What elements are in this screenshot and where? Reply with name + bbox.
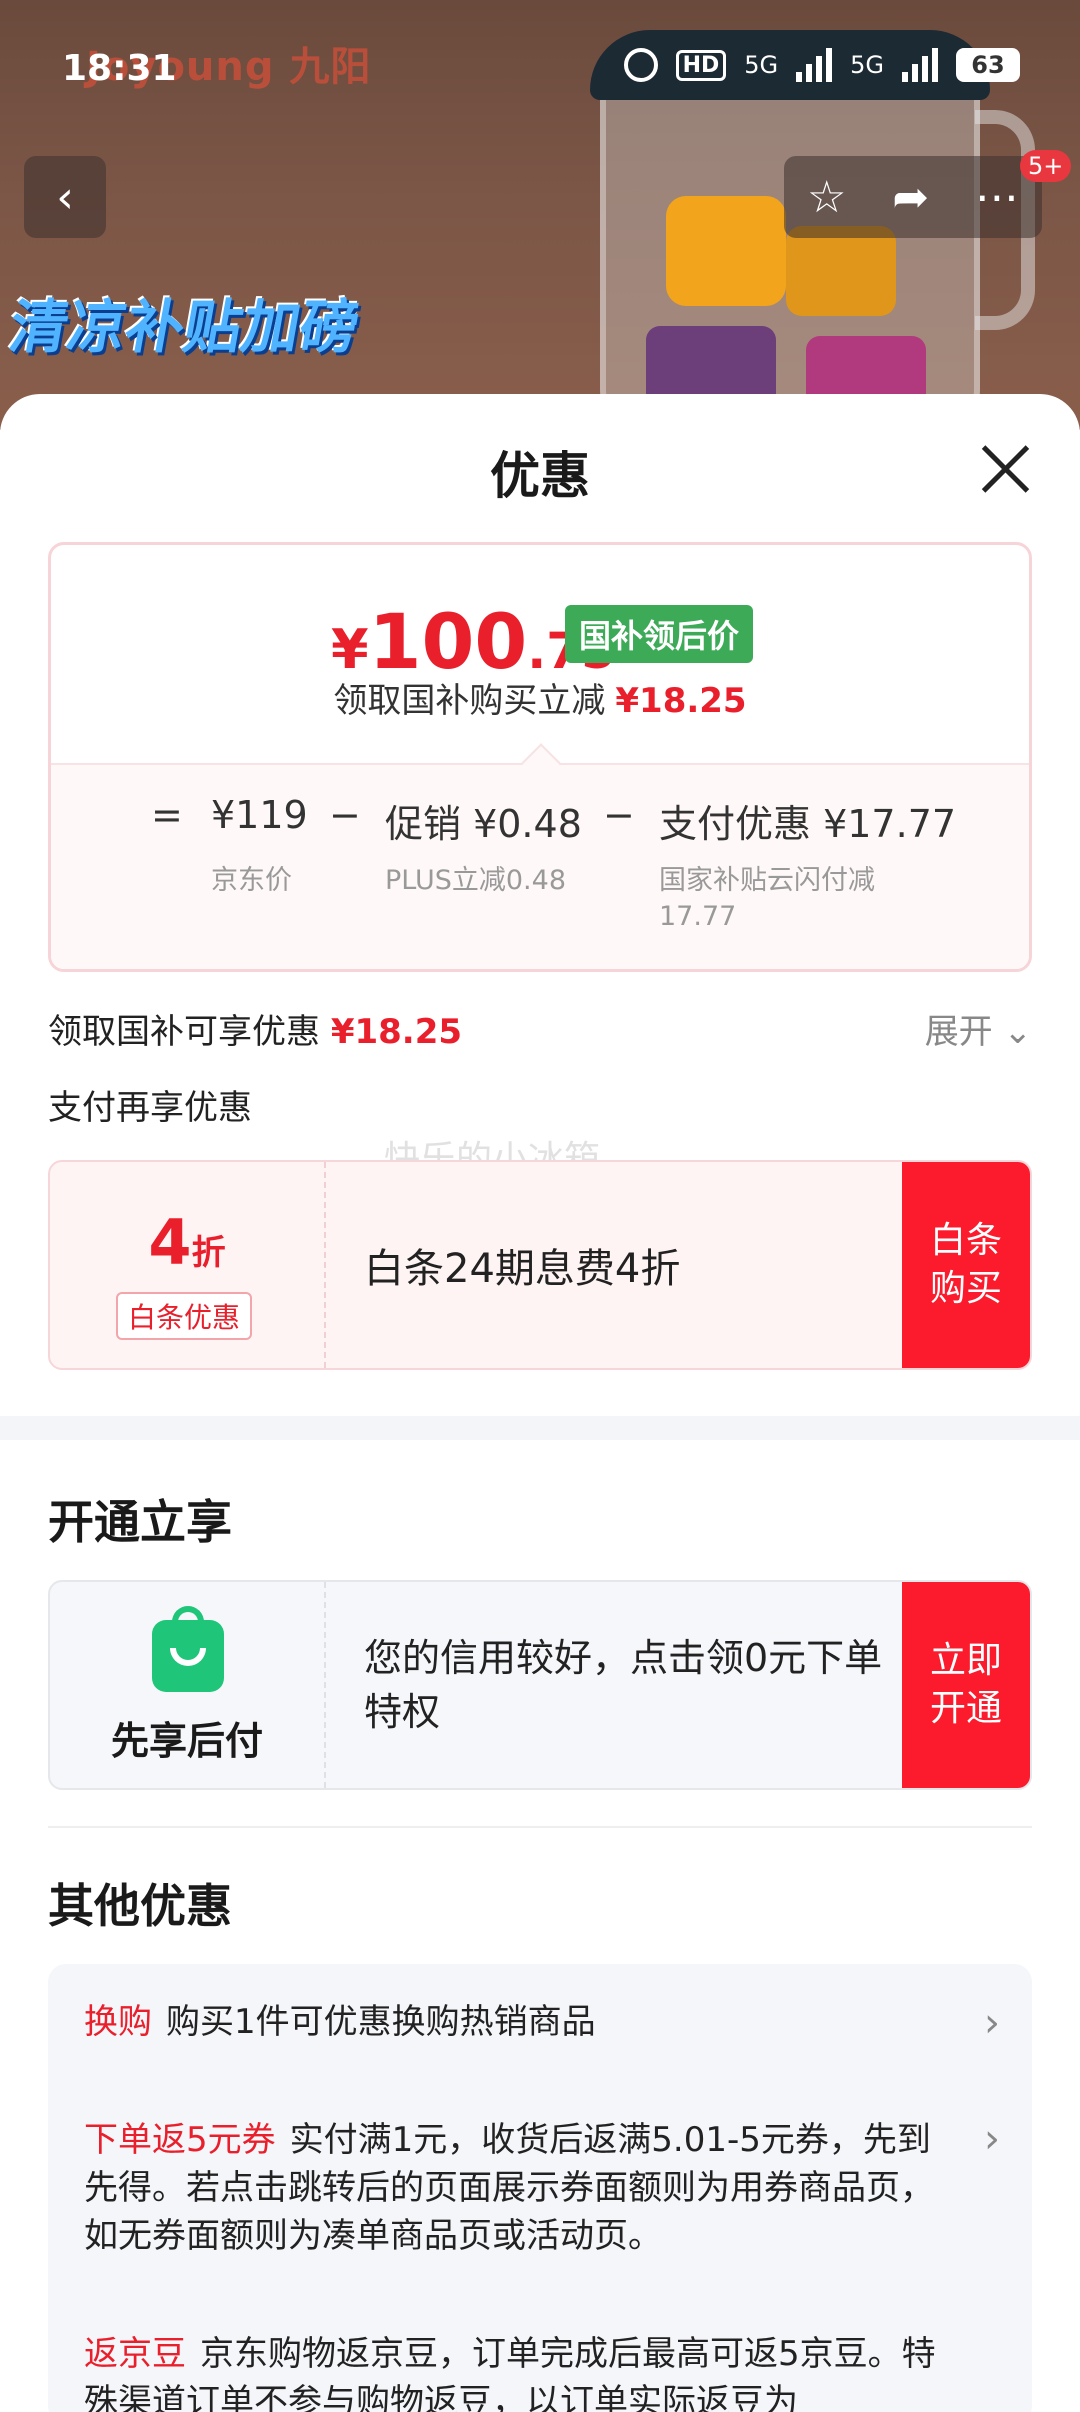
other-discounts-list: 换购 购买1件可优惠换购热销商品 › 下单返5元券 实付满1元，收货后返满5.01-… xyxy=(48,1964,1032,2412)
pay-more-title: 支付再享优惠 xyxy=(48,1088,252,1128)
chevron-right-icon: › xyxy=(984,2116,1000,2162)
promo-label: PLUS立减0.48 xyxy=(385,865,566,896)
share-icon[interactable]: ➦ xyxy=(892,172,929,223)
other-section-title: 其他优惠 xyxy=(48,1879,232,1933)
section-divider xyxy=(0,1416,1080,1440)
hd-icon: HD xyxy=(675,49,727,81)
signal-icon-2 xyxy=(902,48,938,82)
jd-price-label: 京东价 xyxy=(211,865,292,896)
national-subsidy-row[interactable]: 领取国补可享优惠 ¥18.25 xyxy=(48,1004,462,1053)
promo-amount: 促销 ¥0.48 xyxy=(385,802,582,846)
alarm-icon xyxy=(623,48,658,82)
network-5g-label: 5G xyxy=(744,51,779,79)
chevron-down-icon: ⌄ xyxy=(1003,1012,1033,1052)
back-button[interactable]: ‹ xyxy=(24,156,106,238)
equals-sign: = xyxy=(151,793,183,837)
open-section-title: 开通立享 xyxy=(48,1495,232,1549)
chevron-left-icon: ‹ xyxy=(56,171,74,223)
baitiao-tag: 白条优惠 xyxy=(116,1292,253,1340)
baitiao-buy-button[interactable]: 白条购买 xyxy=(902,1162,1030,1368)
minus-sign-2: − xyxy=(603,793,635,837)
more-icon[interactable]: ⋯ xyxy=(975,172,1019,223)
minus-sign-1: − xyxy=(329,793,361,837)
status-bar: 18:31 HD 5G 5G 63 xyxy=(0,0,1080,100)
pay-later-card: 先享后付 您的信用较好，点击领0元下单特权 立即开通 xyxy=(48,1580,1032,1790)
pay-later-desc: 您的信用较好，点击领0元下单特权 xyxy=(364,1636,883,1734)
pay-discount-amount: 支付优惠 ¥17.77 xyxy=(659,802,957,846)
baitiao-discount: 4折 xyxy=(148,1206,226,1279)
national-subsidy-tag: 国补领后价 xyxy=(565,605,754,663)
sheet-title: 优惠 xyxy=(490,447,590,505)
status-time: 18:31 xyxy=(62,48,177,89)
price-card: ¥100.75 国补领后价 领取国补购买立减¥18.25 = ¥119 京东价 … xyxy=(48,542,1032,972)
top-actions: ☆ ➦ ⋯ xyxy=(784,156,1042,238)
list-item-jd-beans[interactable]: 返京豆 京东购物返京豆，订单完成后最高可返5京豆。特殊渠道订单不参与购物返豆，以订… xyxy=(84,2330,964,2412)
open-now-button[interactable]: 立即开通 xyxy=(902,1582,1030,1788)
pay-discount-label: 国家补贴云闪付减17.77 xyxy=(659,865,875,932)
chevron-right-icon: › xyxy=(984,2000,1000,2046)
pay-later-label: 先享后付 xyxy=(110,1719,263,1763)
network-5g-label-2: 5G xyxy=(850,51,884,79)
baitiao-coupon-card: 4折 白条优惠 白条24期息费4折 白条购买 xyxy=(48,1160,1032,1370)
close-button[interactable] xyxy=(978,442,1032,496)
status-icons: HD 5G 5G 63 xyxy=(623,48,1020,82)
battery-icon: 63 xyxy=(956,48,1020,82)
price-subtitle: 领取国补购买立减 ¥18.25 xyxy=(333,681,747,721)
baitiao-desc: 白条24期息费4折 xyxy=(364,1246,681,1292)
star-icon[interactable]: ☆ xyxy=(807,172,846,223)
jd-price: ¥119 xyxy=(211,793,308,837)
expand-button[interactable]: 展开 ⌄ xyxy=(925,1004,1032,1053)
shopping-bag-icon xyxy=(152,1606,224,1692)
message-badge: 5+ xyxy=(1020,150,1072,182)
list-item-exchange[interactable]: 换购 购买1件可优惠换购热销商品 xyxy=(84,1998,994,2046)
list-item-coupon-return[interactable]: 下单返5元券 实付满1元，收货后返满5.01-5元券，先到先得。若点击跳转后的页面… xyxy=(84,2116,964,2260)
signal-icon xyxy=(796,48,833,82)
divider-line xyxy=(48,1826,1032,1828)
promo-banner: 清凉补贴加磅 xyxy=(4,293,365,361)
